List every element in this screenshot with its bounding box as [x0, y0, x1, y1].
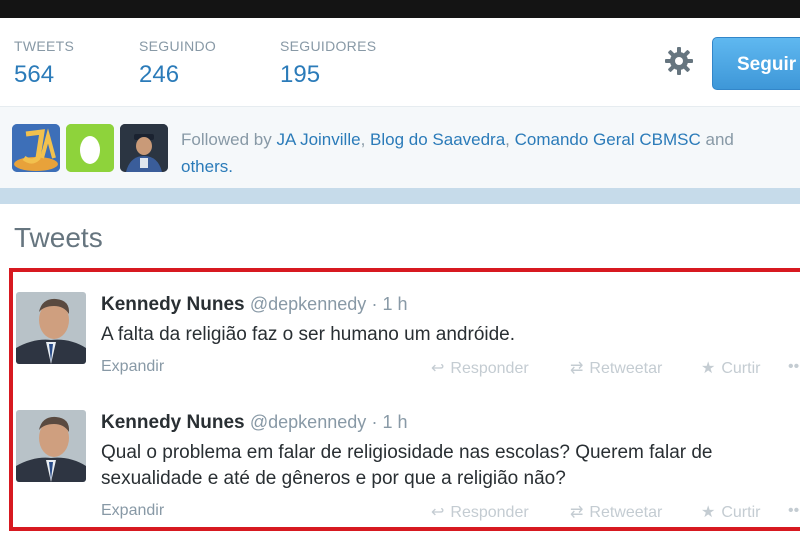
tweet-time[interactable]: · 1 h — [372, 412, 408, 432]
profile-photo — [16, 410, 86, 482]
ja-logo-image — [12, 124, 60, 172]
favorite-label: Curtir — [721, 360, 761, 377]
stat-value: 246 — [139, 61, 180, 88]
stat-tweets[interactable]: TWEETS 564 — [14, 38, 74, 89]
author-name[interactable]: Kennedy Nunes — [101, 294, 245, 315]
egg-avatar-image — [66, 124, 114, 172]
avatar[interactable] — [16, 292, 86, 364]
favorite-label: Curtir — [721, 504, 761, 521]
follower-avatar[interactable] — [120, 124, 168, 172]
star-icon: ★ — [701, 360, 716, 377]
stat-label: TWEETS — [14, 38, 75, 54]
reply-label: Responder — [450, 504, 529, 521]
highlighted-tweets: Kennedy Nunes @depkennedy · 1 h A falta … — [9, 268, 800, 531]
more-icon[interactable]: ••• — [788, 502, 800, 520]
favorite-button[interactable]: ★ Curtir — [701, 502, 760, 522]
followed-by-text: Followed by JA Joinville, Blog do Saaved… — [181, 130, 734, 176]
reply-icon: ↩ — [431, 360, 445, 377]
retweet-icon: ⇄ — [570, 360, 584, 377]
profile-photo — [16, 292, 86, 364]
tweets-heading: Tweets — [14, 222, 103, 253]
follower-link[interactable]: Comando Geral CBMSC — [515, 130, 701, 149]
followed-by-section: Followed by JA Joinville, Blog do Saaved… — [0, 106, 800, 189]
reply-button[interactable]: ↩ Responder — [431, 502, 529, 522]
followed-by-prefix: Followed by — [181, 130, 272, 149]
reply-icon: ↩ — [431, 504, 445, 521]
stat-value: 195 — [280, 61, 321, 88]
profile-stats: TWEETS 564 SEGUINDO 246 SEGUIDORES 195 S… — [0, 18, 800, 106]
stat-label: SEGUINDO — [139, 38, 217, 54]
tweet-time[interactable]: · 1 h — [372, 294, 408, 314]
follower-link[interactable]: JA Joinville — [276, 130, 360, 149]
stat-value: 564 — [14, 61, 55, 88]
stat-label: SEGUIDORES — [280, 38, 377, 54]
star-icon: ★ — [701, 504, 716, 521]
author-handle[interactable]: @depkennedy — [250, 294, 366, 314]
reply-button[interactable]: ↩ Responder — [431, 358, 529, 378]
tweet[interactable]: Kennedy Nunes @depkennedy · 1 h A falta … — [13, 272, 800, 403]
avatar[interactable] — [16, 410, 86, 482]
follower-avatar[interactable] — [66, 124, 114, 172]
stat-following[interactable]: SEGUINDO 246 — [139, 38, 216, 89]
reply-label: Responder — [450, 360, 529, 377]
tweet-author: Kennedy Nunes @depkennedy · 1 h — [101, 412, 408, 434]
follower-link[interactable]: Blog do Saavedra — [370, 130, 505, 149]
tweet-author: Kennedy Nunes @depkennedy · 1 h — [101, 294, 408, 316]
gear-icon[interactable] — [663, 45, 695, 77]
author-name[interactable]: Kennedy Nunes — [101, 412, 245, 433]
follow-button[interactable]: Seguir — [712, 37, 800, 90]
tweet-text: Qual o problema em falar de religiosidad… — [101, 442, 713, 489]
expand-link[interactable]: Expandir — [101, 358, 164, 376]
tweet[interactable]: Kennedy Nunes @depkennedy · 1 h Qual o p… — [13, 390, 800, 522]
retweet-label: Retweetar — [589, 504, 663, 521]
retweet-label: Retweetar — [589, 360, 663, 377]
section-divider — [0, 188, 800, 204]
follower-avatar[interactable] — [12, 124, 60, 172]
expand-link[interactable]: Expandir — [101, 502, 164, 520]
top-bar — [0, 0, 800, 18]
retweet-button[interactable]: ⇄ Retweetar — [570, 358, 662, 378]
followed-by-and: and — [705, 130, 734, 149]
retweet-button[interactable]: ⇄ Retweetar — [570, 502, 662, 522]
officer-photo — [120, 124, 168, 172]
stat-followers[interactable]: SEGUIDORES 195 — [280, 38, 376, 89]
favorite-button[interactable]: ★ Curtir — [701, 358, 760, 378]
others-link[interactable]: others. — [181, 157, 233, 176]
retweet-icon: ⇄ — [570, 504, 584, 521]
tweet-text: A falta da religião faz o ser humano um … — [101, 324, 516, 345]
author-handle[interactable]: @depkennedy — [250, 412, 366, 432]
more-icon[interactable]: ••• — [788, 358, 800, 376]
